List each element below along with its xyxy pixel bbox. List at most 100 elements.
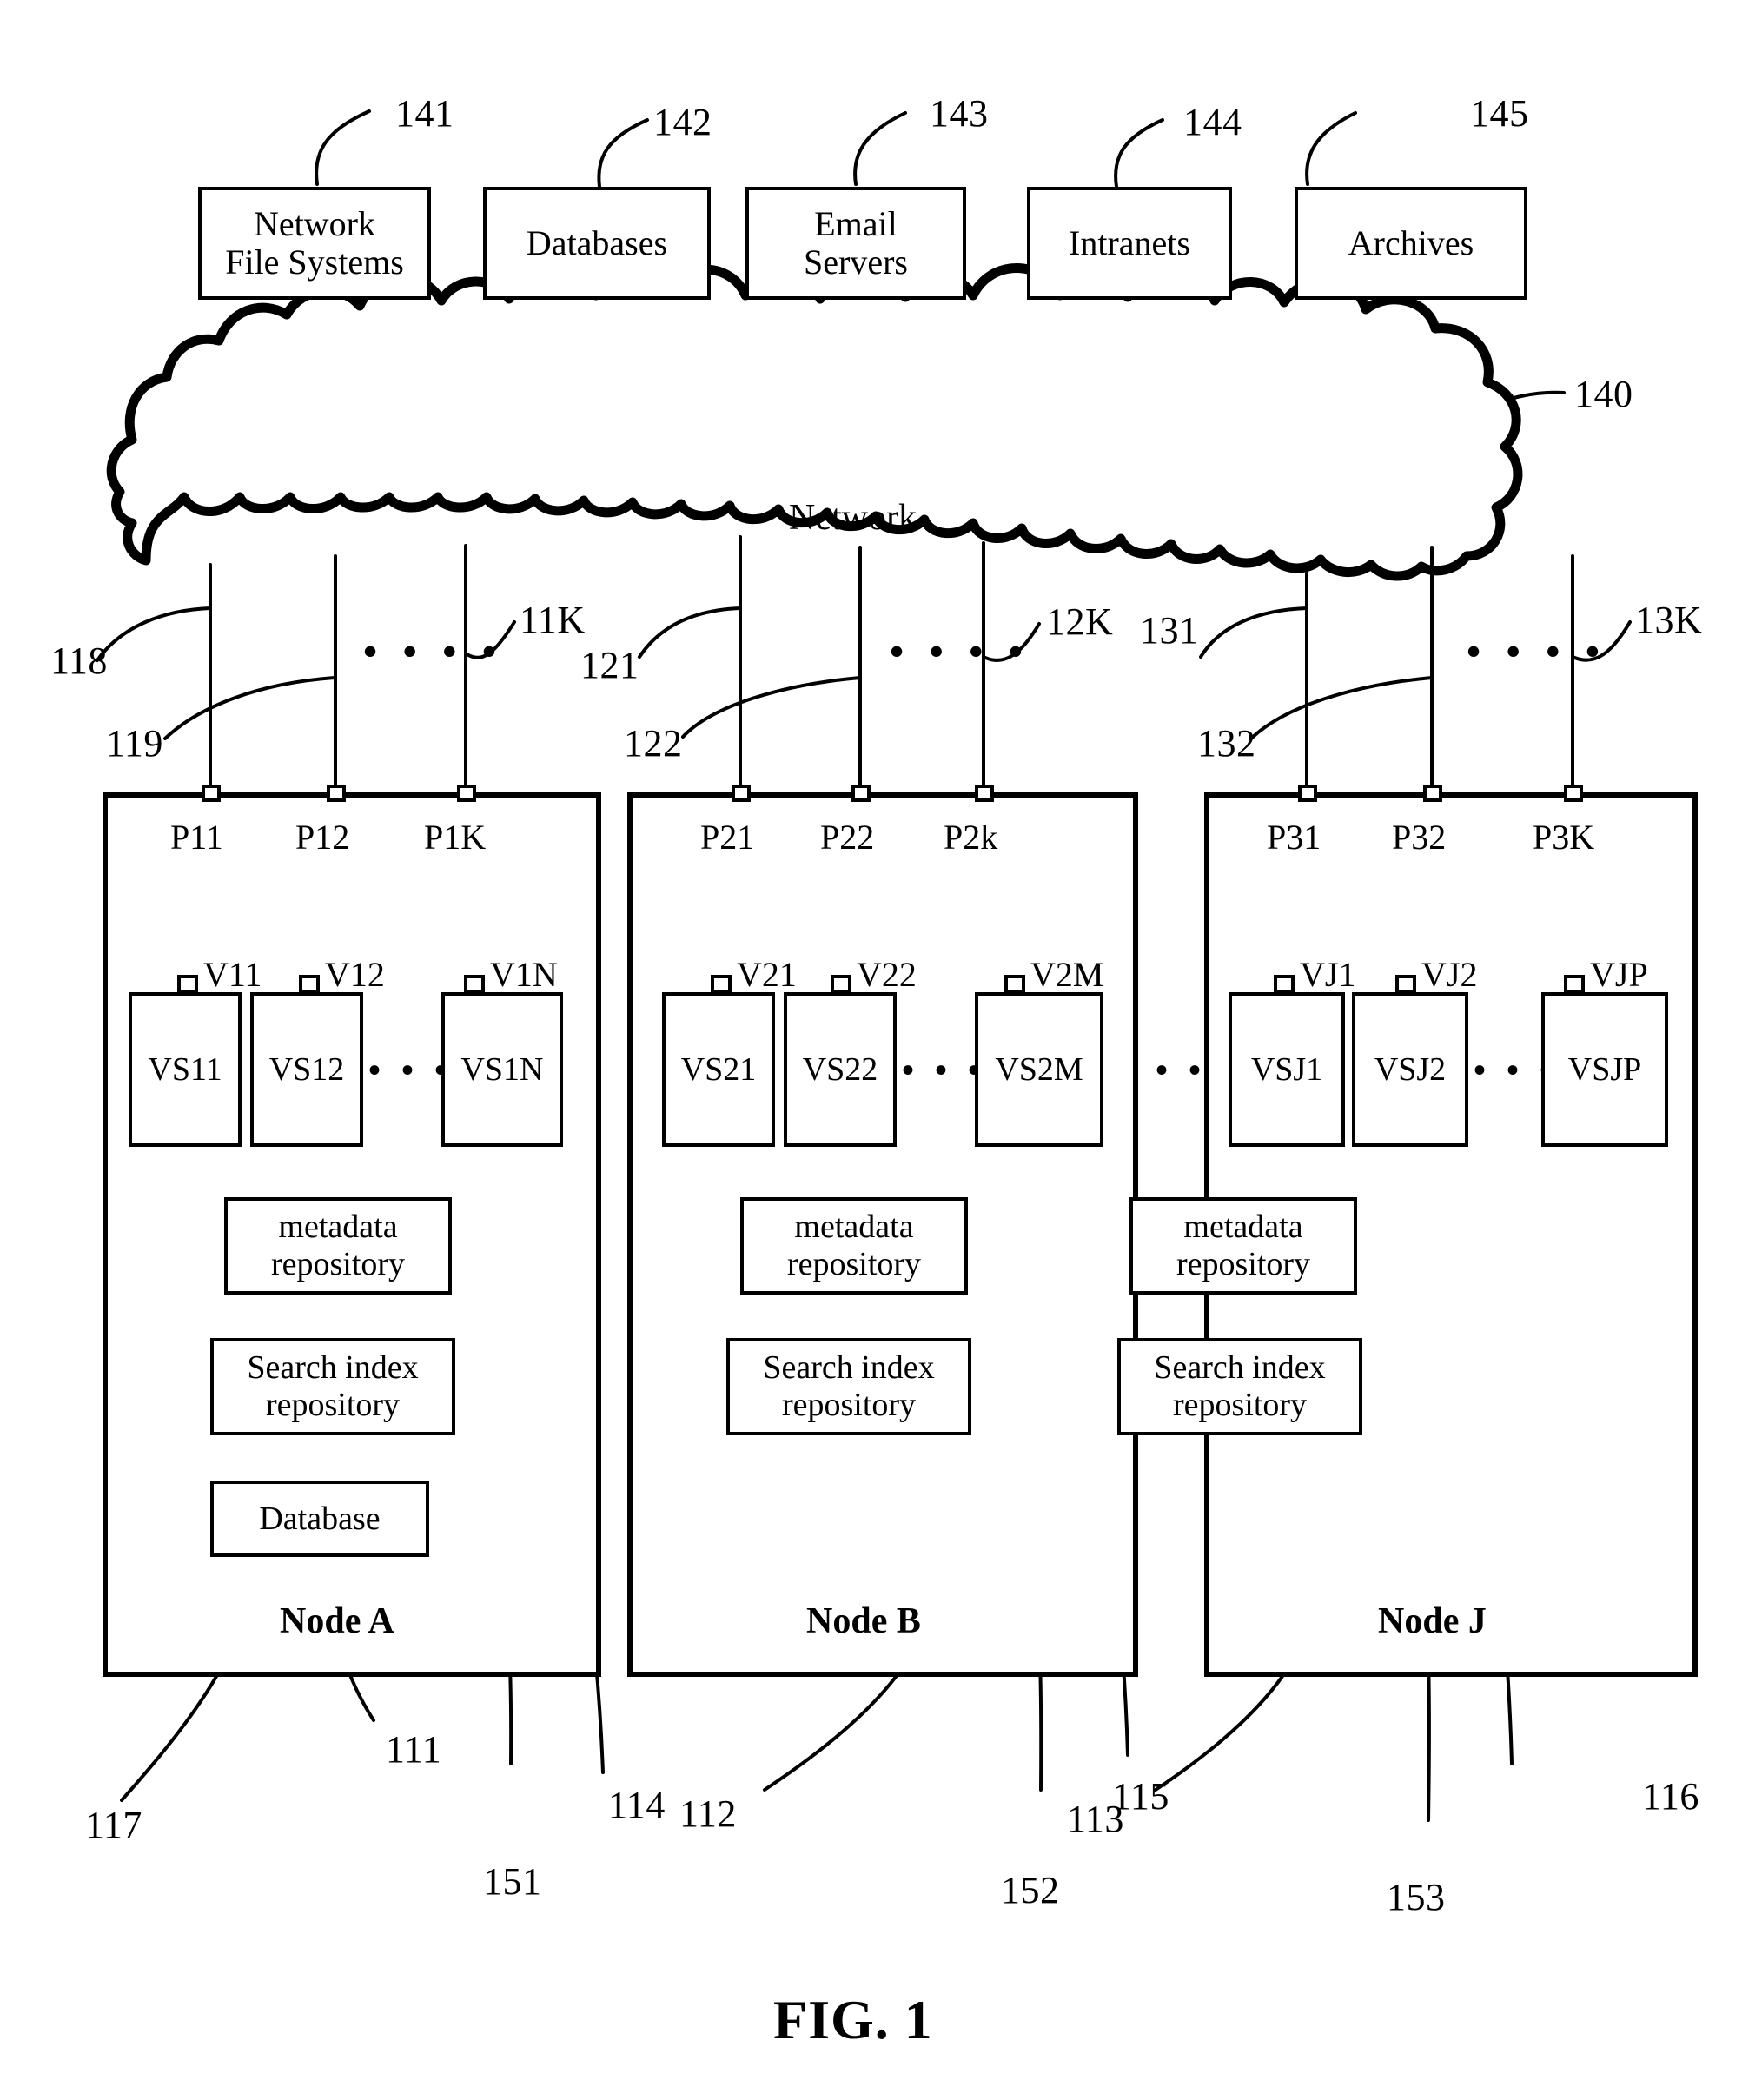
ref-116: 116: [1642, 1775, 1699, 1818]
node-a-store-vs12[interactable]: VS12: [250, 992, 363, 1147]
node-b-store-vs2m[interactable]: VS2M: [975, 992, 1103, 1147]
node-a-volume-label-v11: V11: [203, 955, 262, 994]
node-j-volume-tap-vj2[interactable]: [1395, 975, 1416, 994]
source-box-databases[interactable]: Databases: [483, 187, 711, 300]
node-a-port-label-p12: P12: [295, 818, 350, 857]
node-b-volume-tap-v2m[interactable]: [1004, 975, 1025, 994]
source-box-network-file-systems[interactable]: Network File Systems: [198, 187, 431, 300]
node-a-port-p11[interactable]: [202, 785, 221, 802]
node-b-port-p2k[interactable]: [975, 785, 994, 802]
ref-143: 143: [930, 92, 989, 135]
node-j-metadata-repository-label: metadata repository: [1176, 1209, 1311, 1282]
source-label-archives: Archives: [1348, 223, 1474, 262]
node-b-search-index-repository[interactable]: Search index repository: [726, 1338, 971, 1435]
node-j-store-label-vsj1: VSJ1: [1250, 1051, 1323, 1088]
node-a-database[interactable]: Database: [210, 1481, 429, 1557]
node-b-store-vs22[interactable]: VS22: [784, 992, 897, 1147]
node-j-volume-label-vj1: VJ1: [1300, 955, 1356, 994]
link-ellipsis-b: • • • •: [890, 629, 1030, 673]
node-j-volume-label-vj2: VJ2: [1421, 955, 1478, 994]
node-a-volume-label-v1n: V1N: [490, 955, 558, 994]
node-j-port-p31[interactable]: [1298, 785, 1317, 802]
leader-121: [638, 606, 742, 659]
source-box-intranets[interactable]: Intranets: [1027, 187, 1232, 300]
node-a-store-ellipsis: • • •: [368, 1050, 454, 1090]
node-b-volume-tap-v21[interactable]: [711, 975, 732, 994]
leader-132: [1249, 676, 1434, 740]
source-label-intranets: Intranets: [1069, 223, 1190, 262]
node-a-port-label-p11: P11: [170, 818, 223, 857]
source-label-email-servers: Email Servers: [804, 204, 908, 282]
figure-caption: FIG. 1: [773, 1989, 933, 2050]
node-j-metadata-repository[interactable]: metadata repository: [1129, 1197, 1357, 1295]
node-b-store-vs21[interactable]: VS21: [662, 992, 775, 1147]
node-b-store-label-vs2m: VS2M: [995, 1051, 1083, 1088]
node-j-store-vsj1[interactable]: VSJ1: [1229, 992, 1345, 1147]
node-j-volume-tap-vj1[interactable]: [1274, 975, 1295, 994]
node-a-label: Node A: [280, 1601, 394, 1641]
source-box-email-servers[interactable]: Email Servers: [745, 187, 966, 300]
node-j-store-label-vsjp: VSJP: [1567, 1051, 1642, 1088]
ref-145: 145: [1470, 92, 1529, 135]
node-a-metadata-repository[interactable]: metadata repository: [224, 1197, 452, 1295]
node-b-volume-label-v2m: V2M: [1030, 955, 1104, 994]
node-a-port-p1k[interactable]: [457, 785, 476, 802]
node-j-port-label-p31: P31: [1267, 818, 1322, 857]
ref-132: 132: [1197, 722, 1256, 765]
node-j-search-index-repository-label: Search index repository: [1154, 1349, 1326, 1423]
source-label-databases: Databases: [526, 223, 668, 262]
node-b-port-p22[interactable]: [851, 785, 871, 802]
node-b-search-index-repository-label: Search index repository: [763, 1349, 935, 1423]
leader-119: [163, 676, 337, 740]
node-j-port-label-p32: P32: [1392, 818, 1447, 857]
ref-141: 141: [395, 92, 454, 135]
leader-141: [315, 109, 371, 186]
leader-131: [1199, 606, 1308, 659]
node-b-port-label-p21: P21: [700, 818, 755, 857]
node-a-store-label-vs12: VS12: [268, 1051, 345, 1088]
node-b-metadata-repository[interactable]: metadata repository: [740, 1197, 968, 1295]
node-a-port-label-p1k: P1K: [424, 818, 487, 857]
leader-145: [1305, 111, 1357, 186]
ref-12K: 12K: [1046, 600, 1114, 643]
node-a-store-label-vs11: VS11: [148, 1051, 222, 1088]
ref-121: 121: [580, 644, 639, 686]
ref-114: 114: [608, 1784, 666, 1826]
node-a-volume-tap-v1n[interactable]: [464, 975, 485, 994]
ref-117: 117: [85, 1804, 142, 1846]
node-j-port-p3k[interactable]: [1564, 785, 1583, 802]
node-a-port-p12[interactable]: [327, 785, 346, 802]
source-box-archives[interactable]: Archives: [1295, 187, 1527, 300]
node-j-store-vsj2[interactable]: VSJ2: [1352, 992, 1468, 1147]
ref-112: 112: [679, 1792, 737, 1835]
leader-142: [597, 118, 649, 189]
ref-122: 122: [624, 722, 683, 765]
node-a-volume-tap-v11[interactable]: [177, 975, 198, 994]
node-j-port-p32[interactable]: [1423, 785, 1442, 802]
node-b-metadata-repository-label: metadata repository: [786, 1209, 922, 1282]
node-b-port-p21[interactable]: [732, 785, 751, 802]
node-a-store-vs11[interactable]: VS11: [129, 992, 242, 1147]
ref-140: 140: [1574, 373, 1633, 415]
ref-152: 152: [1001, 1869, 1060, 1911]
node-a-volume-tap-v12[interactable]: [299, 975, 320, 994]
node-b-volume-tap-v22[interactable]: [831, 975, 851, 994]
node-j-search-index-repository[interactable]: Search index repository: [1117, 1338, 1362, 1435]
ref-113: 113: [1067, 1798, 1124, 1840]
ref-118: 118: [50, 639, 108, 682]
node-b-volume-label-v21: V21: [737, 955, 797, 994]
node-b-volume-label-v22: V22: [857, 955, 917, 994]
source-label-network-file-systems: Network File Systems: [225, 204, 404, 282]
ref-119: 119: [106, 722, 163, 765]
patent-figure-1: Network File Systems 141 Databases 142 E…: [0, 0, 1762, 2100]
node-b-store-label-vs21: VS21: [680, 1051, 757, 1088]
ref-11K: 11K: [520, 599, 586, 641]
node-j-label: Node J: [1378, 1601, 1487, 1641]
node-a-store-vs1n[interactable]: VS1N: [441, 992, 563, 1147]
node-b-port-label-p2k: P2k: [944, 818, 998, 857]
node-j-store-vsjp[interactable]: VSJP: [1541, 992, 1668, 1147]
node-b-port-label-p22: P22: [820, 818, 875, 857]
node-a-search-index-repository[interactable]: Search index repository: [210, 1338, 455, 1435]
node-j-volume-tap-vjp[interactable]: [1564, 975, 1585, 994]
ref-142: 142: [653, 101, 712, 143]
